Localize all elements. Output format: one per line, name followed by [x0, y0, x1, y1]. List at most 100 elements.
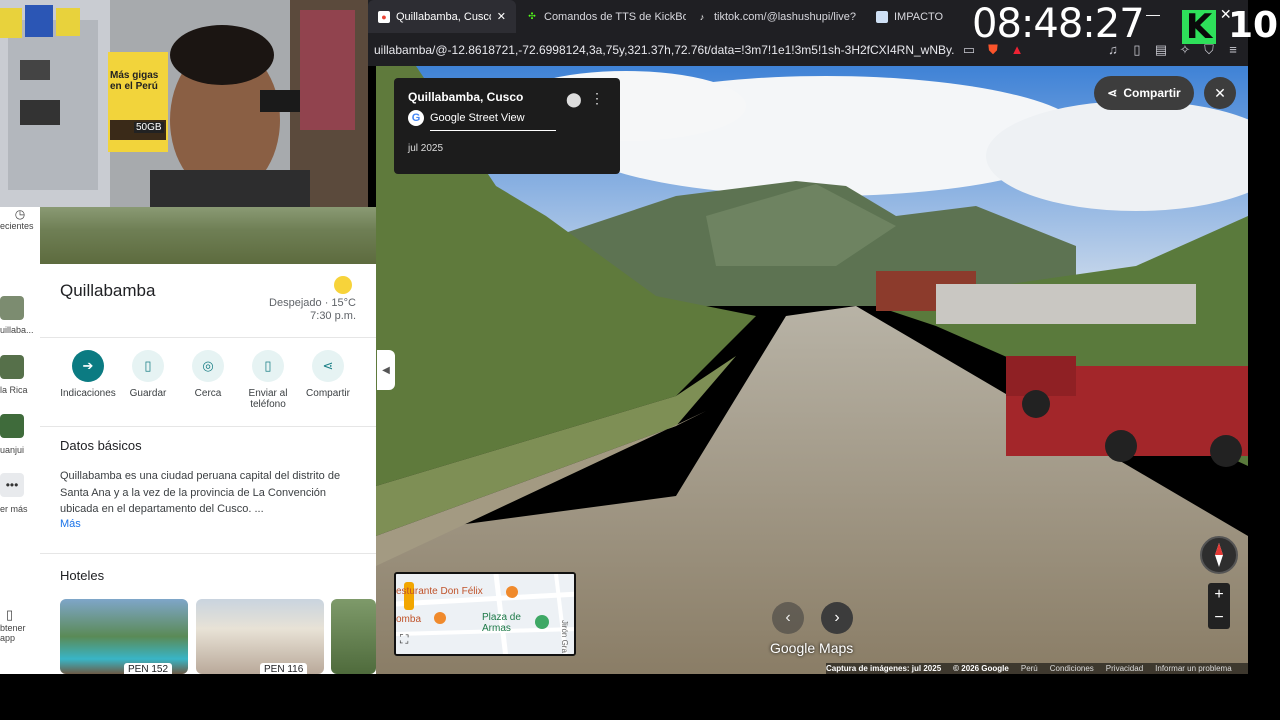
webcam-overlay: Más gigas en el Perú 50GB: [0, 0, 368, 207]
hotels-heading: Hoteles: [60, 568, 105, 583]
more-icon[interactable]: •••: [0, 473, 24, 497]
send-to-phone-button[interactable]: ▯ Enviar al teléfono: [238, 350, 298, 410]
more-label: er más: [0, 504, 28, 514]
more-link[interactable]: Más: [60, 518, 81, 530]
send-phone-label: Enviar al teléfono: [248, 388, 288, 410]
google-maps-icon: ●: [378, 10, 390, 23]
recents-item[interactable]: ◷ ecientes: [0, 207, 40, 231]
google-maps-brand: Google Maps: [770, 640, 854, 656]
hotel-card[interactable]: PEN 116: [196, 599, 324, 674]
bookmark-icon: ▯: [132, 350, 164, 382]
recent-thumb-2[interactable]: [0, 355, 24, 379]
tiktok-icon: ♪: [699, 11, 705, 22]
directions-icon: ➔: [72, 350, 104, 382]
recent-label-3: uanjui: [0, 445, 25, 455]
share-icon: ⋖: [312, 350, 344, 382]
page-icon: [876, 10, 888, 23]
street-view-source: G Google Street View: [408, 110, 606, 126]
tab-impacto[interactable]: IMPACTO: [866, 0, 966, 33]
recent-thumb-1[interactable]: [0, 296, 24, 320]
capture-date[interactable]: jul 2025: [408, 143, 606, 154]
tab-tiktok[interactable]: ♪ tiktok.com/@lashushupi/live?e: [686, 0, 866, 33]
street-view-info-card: Quillabamba, Cusco ⬤ ⋮ G Google Street V…: [394, 78, 620, 174]
recents-label: ecientes: [0, 221, 34, 231]
close-icon: ✕: [1214, 84, 1226, 101]
nearby-icon: ◎: [192, 350, 224, 382]
minimize-icon[interactable]: —: [1146, 6, 1160, 22]
sun-icon: [334, 276, 352, 294]
hotel-price: PEN 152: [124, 663, 173, 674]
tab-label: tiktok.com/@lashushupi/live?e: [714, 10, 856, 23]
minimap-label-street: Jirón Gra: [560, 620, 569, 653]
previous-arrow-button[interactable]: ‹: [772, 602, 804, 634]
recent-thumb-3[interactable]: [0, 414, 24, 438]
compass-needle: [1215, 543, 1223, 567]
hotel-card[interactable]: PEN 152: [60, 599, 188, 674]
bottom-black-bar: [0, 674, 1280, 720]
tab-google-maps[interactable]: ● Quillabamba, Cusco - Google Maps ✕: [368, 0, 516, 33]
privacy-link[interactable]: Privacidad: [1106, 664, 1143, 673]
minimap-label-plaza: Plaza de Armas: [482, 612, 521, 634]
phone-icon: ▯: [6, 607, 14, 622]
google-logo-icon: G: [408, 110, 424, 126]
divider: [40, 337, 376, 338]
place-photo[interactable]: [40, 207, 376, 264]
compass-icon[interactable]: [1200, 536, 1238, 574]
share-place-label: Compartir: [306, 388, 350, 399]
location-pin-icon[interactable]: ⬤: [566, 91, 582, 108]
red-truck: [1006, 356, 1248, 467]
zoom-control: + −: [1208, 583, 1230, 629]
share-label: Compartir: [1123, 86, 1181, 100]
tab-label: Comandos de TTS de KickBot: [544, 10, 686, 23]
divider: [40, 426, 376, 427]
maps-left-rail: ◷ ecientes uillaba... la Rica uanjui •••…: [0, 207, 40, 674]
tab-label: Quillabamba, Cusco - Google Maps: [396, 10, 491, 23]
local-time: 7:30 p.m.: [310, 310, 356, 322]
basic-info-heading: Datos básicos: [60, 438, 142, 453]
tab-label: IMPACTO: [894, 10, 944, 23]
fullscreen-icon[interactable]: ⛶: [400, 632, 418, 650]
zoom-out-button[interactable]: −: [1208, 606, 1230, 629]
more-options-icon[interactable]: ⋮: [590, 90, 604, 107]
minimap[interactable]: esturante Don Félix Plaza de Armas omba …: [394, 572, 576, 656]
street-view-panorama[interactable]: Quillabamba, Cusco ⬤ ⋮ G Google Street V…: [376, 66, 1248, 674]
next-arrow-button[interactable]: ›: [821, 602, 853, 634]
collapse-panel-button[interactable]: ◀: [377, 350, 395, 390]
webcam-sign-text: Más gigas en el Perú: [110, 70, 159, 92]
zoom-in-button[interactable]: +: [1208, 583, 1230, 606]
terms-link[interactable]: Condiciones: [1050, 664, 1094, 673]
wallet-icon[interactable]: ▤: [1152, 41, 1170, 59]
save-label: Guardar: [129, 388, 167, 399]
nearby-button[interactable]: ◎ Cerca: [178, 350, 238, 399]
capture-info: Captura de imágenes: jul 2025: [826, 664, 942, 673]
minimap-label-restaurant: esturante Don Félix: [396, 586, 483, 597]
attribution-bar: Captura de imágenes: jul 2025 © 2026 Goo…: [826, 663, 1248, 674]
url-text: uillabamba/@-12.8618721,-72.6998124,3a,7…: [374, 42, 954, 57]
close-street-view-button[interactable]: ✕: [1204, 77, 1236, 109]
share-button[interactable]: ⋖ Compartir: [1094, 76, 1194, 110]
get-app-label: btener app: [0, 623, 26, 643]
hotel-card[interactable]: [331, 599, 376, 674]
share-place-button[interactable]: ⋖ Compartir: [298, 350, 358, 399]
get-app-item[interactable]: ▯ btener app: [0, 607, 40, 643]
divider: [40, 553, 376, 554]
basic-info-description: Quillabamba es una ciudad peruana capita…: [60, 470, 341, 515]
viewer-count: 10: [1228, 5, 1279, 46]
report-link[interactable]: Informar un problema: [1155, 664, 1231, 673]
webcam-sign-badge: 50GB: [134, 122, 164, 133]
recent-label-2: la Rica: [0, 385, 28, 395]
send-phone-icon: ▯: [252, 350, 284, 382]
stream-clock: 08:48:27: [972, 1, 1145, 47]
country-link[interactable]: Perú: [1021, 664, 1038, 673]
source-label: Google Street View: [430, 112, 525, 124]
close-tab-icon[interactable]: ✕: [497, 10, 506, 23]
kick-logo: K: [1182, 10, 1216, 44]
weather-text: Despejado · 15°C: [269, 297, 356, 309]
nearby-label: Cerca: [194, 388, 222, 399]
hotel-price: PEN 116: [260, 663, 308, 674]
share-icon: ⋖: [1107, 86, 1118, 100]
tab-kickbot[interactable]: ✣ Comandos de TTS de KickBot: [516, 0, 686, 33]
save-button[interactable]: ▯ Guardar: [118, 350, 178, 399]
directions-button[interactable]: ➔ Indicaciones: [58, 350, 118, 399]
webcam-image: [0, 0, 368, 207]
